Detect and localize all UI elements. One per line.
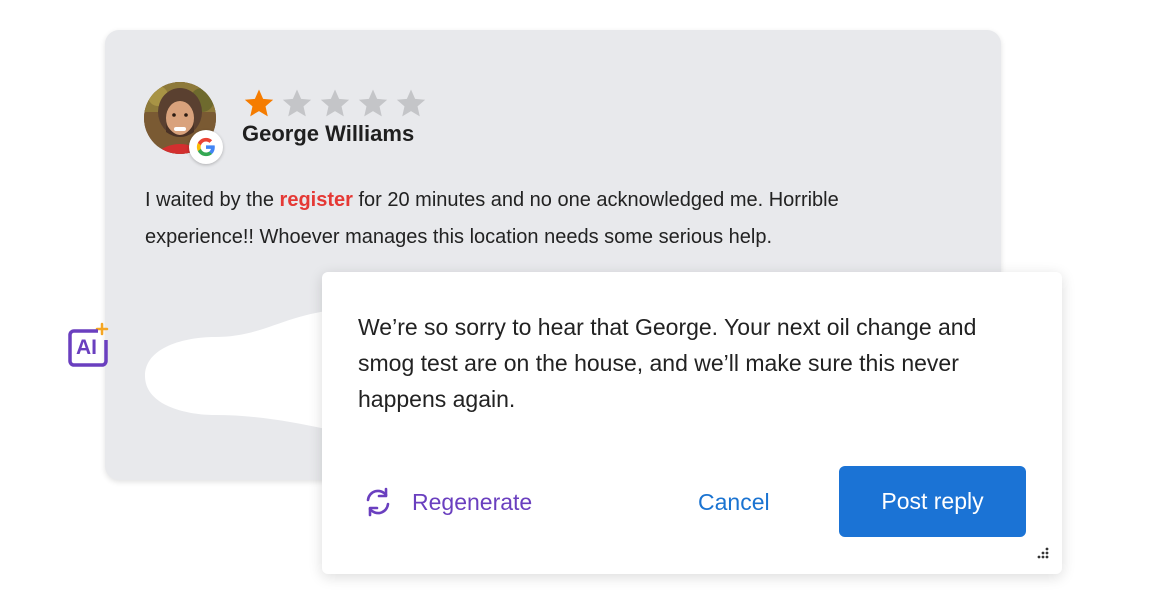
refresh-icon bbox=[366, 487, 390, 517]
review-text: I waited by the register for 20 minutes … bbox=[145, 182, 945, 256]
star-empty-icon bbox=[282, 89, 312, 117]
google-icon bbox=[196, 137, 215, 157]
ai-label: AI bbox=[76, 336, 97, 359]
reply-text[interactable]: We’re so sorry to hear that George. Your… bbox=[358, 309, 1038, 417]
star-empty-icon bbox=[358, 89, 388, 117]
ai-sparkle-icon: AI bbox=[62, 318, 114, 370]
regenerate-label: Regenerate bbox=[412, 488, 533, 515]
star-empty-icon bbox=[320, 89, 350, 117]
cancel-button[interactable]: Cancel bbox=[698, 480, 770, 524]
review-text-before: I waited by the bbox=[145, 189, 280, 211]
star-rating bbox=[241, 86, 429, 120]
google-badge bbox=[189, 130, 223, 164]
star-empty-icon bbox=[396, 89, 426, 117]
review-text-highlight: register bbox=[279, 189, 353, 211]
star-filled-icon bbox=[244, 89, 274, 117]
post-reply-button[interactable]: Post reply bbox=[839, 466, 1026, 537]
regenerate-button[interactable]: Regenerate bbox=[362, 480, 532, 524]
reviewer-name: George Williams bbox=[242, 121, 415, 146]
stage: George Williams I waited by the register… bbox=[0, 0, 1160, 600]
resize-grip-icon[interactable] bbox=[1034, 546, 1050, 562]
reply-card: We’re so sorry to hear that George. Your… bbox=[322, 272, 1062, 574]
